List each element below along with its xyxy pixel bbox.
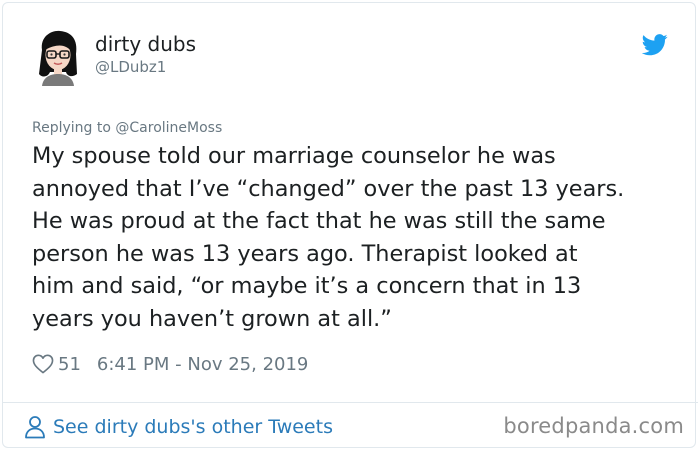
footer-divider [2,402,698,403]
reply-context: Replying to @CarolineMoss [32,120,222,136]
tweet-timestamp[interactable]: 6:41 PM - Nov 25, 2019 [97,354,308,375]
reply-prefix: Replying to [32,120,111,136]
heart-icon[interactable] [32,354,54,374]
author-display-name[interactable]: dirty dubs [95,32,196,56]
see-other-tweets-link[interactable]: See dirty dubs's other Tweets [24,413,333,441]
tweet-meta: 51 6:41 PM - Nov 25, 2019 [32,350,308,378]
avatar[interactable] [34,28,82,86]
reply-mention-link[interactable]: @CarolineMoss [115,120,222,136]
twitter-bird-icon[interactable] [642,34,668,56]
author-handle[interactable]: @LDubz1 [95,58,166,76]
watermark: boredpanda.com [503,414,684,438]
like-count[interactable]: 51 [58,354,81,375]
see-other-tweets-label: See dirty dubs's other Tweets [53,416,333,438]
tweet-text: My spouse told our marriage counselor he… [32,143,625,332]
person-icon [25,416,45,439]
